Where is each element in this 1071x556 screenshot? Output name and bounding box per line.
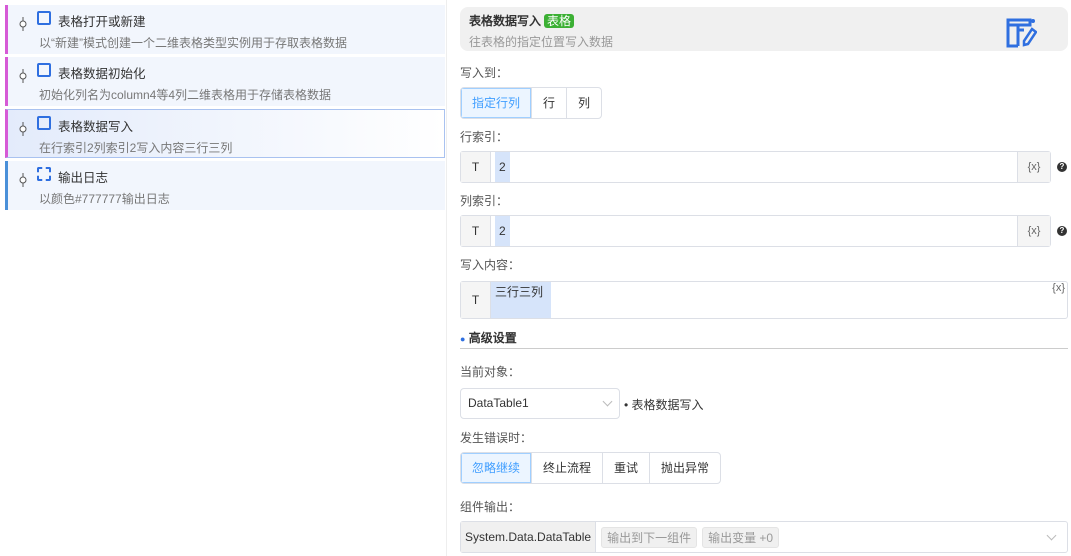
node-pin-icon bbox=[19, 122, 27, 136]
flow-item-desc: 在行索引2列索引2写入内容三行三列 bbox=[39, 141, 233, 155]
output-type: System.Data.DataTable bbox=[461, 522, 597, 552]
option-column[interactable]: 列 bbox=[566, 88, 601, 118]
option-retry[interactable]: 重试 bbox=[602, 453, 649, 483]
flow-item-desc: 以“新建”模式创建一个二维表格类型实例用于存取表格数据 bbox=[39, 36, 347, 50]
component-header: 表格数据写入 表格 往表格的指定位置写入数据 bbox=[460, 7, 1068, 51]
output-tag: 输出到下一组件 bbox=[601, 526, 698, 548]
row-index-input[interactable]: T 2 {x} bbox=[460, 151, 1051, 183]
option-row[interactable]: 行 bbox=[531, 88, 566, 118]
variable-button[interactable]: {x} bbox=[1017, 216, 1050, 246]
on-error-segment: 忽略继续 终止流程 重试 抛出异常 bbox=[460, 452, 722, 484]
write-to-segment: 指定行列 行 列 bbox=[460, 87, 603, 119]
advanced-settings-section: ● 高级设置 bbox=[460, 329, 1068, 349]
flow-item-title: 表格数据写入 bbox=[58, 120, 134, 134]
category-badge: 表格 bbox=[544, 14, 575, 28]
on-error-label: 发生错误时： bbox=[460, 431, 533, 445]
output-tag: 输出变量 +0 bbox=[702, 526, 780, 548]
table-write-icon bbox=[1006, 18, 1037, 48]
option-throw[interactable]: 抛出异常 bbox=[649, 453, 720, 483]
text-type-toggle[interactable]: T bbox=[461, 216, 491, 246]
current-object-value: DataTable1 bbox=[468, 396, 529, 410]
advanced-settings-title: 高级设置 bbox=[468, 331, 517, 345]
flow-item-desc: 以颜色#777777输出日志 bbox=[39, 192, 170, 206]
chevron-down-icon[interactable] bbox=[1046, 530, 1057, 541]
log-output-icon bbox=[37, 167, 51, 181]
option-terminate[interactable]: 终止流程 bbox=[531, 453, 602, 483]
chevron-down-icon bbox=[602, 396, 613, 407]
component-title: 表格数据写入 bbox=[469, 14, 542, 28]
flow-item[interactable]: 表格打开或新建 以“新建”模式创建一个二维表格类型实例用于存取表格数据 bbox=[5, 5, 445, 54]
current-object-label: 当前对象： bbox=[460, 365, 521, 379]
output-label: 组件输出： bbox=[460, 500, 521, 514]
col-index-label: 列索引： bbox=[460, 194, 509, 208]
content-label: 写入内容： bbox=[460, 258, 521, 272]
flow-item-title: 表格数据初始化 bbox=[58, 67, 146, 81]
node-pin-icon bbox=[19, 173, 27, 187]
help-icon[interactable]: ? bbox=[1057, 162, 1067, 172]
node-pin-icon bbox=[19, 17, 27, 31]
write-to-label: 写入到： bbox=[460, 66, 509, 80]
content-value[interactable]: 三行三列 bbox=[491, 282, 551, 318]
table-init-icon bbox=[37, 63, 51, 77]
text-type-toggle[interactable]: T bbox=[461, 282, 491, 318]
flow-item-title: 表格打开或新建 bbox=[58, 15, 146, 29]
option-specified-cell[interactable]: 指定行列 bbox=[461, 88, 532, 118]
text-type-toggle[interactable]: T bbox=[461, 152, 491, 182]
flow-item-selected[interactable]: 表格数据写入 在行索引2列索引2写入内容三行三列 bbox=[5, 109, 445, 158]
node-pin-icon bbox=[19, 69, 27, 83]
help-icon[interactable]: ? bbox=[1057, 226, 1067, 236]
flow-item-title: 输出日志 bbox=[58, 171, 109, 185]
row-index-value[interactable]: 2 bbox=[495, 152, 510, 182]
output-select[interactable]: System.Data.DataTable 输出到下一组件 输出变量 +0 bbox=[460, 521, 1068, 553]
table-new-icon bbox=[37, 11, 51, 25]
col-index-value[interactable]: 2 bbox=[495, 216, 510, 246]
col-index-input[interactable]: T 2 {x} bbox=[460, 215, 1051, 247]
variable-button[interactable]: {x} bbox=[1017, 152, 1050, 182]
row-index-label: 行索引： bbox=[460, 130, 509, 144]
option-ignore-continue[interactable]: 忽略继续 bbox=[461, 453, 532, 483]
content-textarea[interactable]: T 三行三列 {x} bbox=[460, 281, 1068, 319]
current-object-note: • 表格数据写入 bbox=[624, 398, 704, 412]
current-object-select[interactable]: DataTable1 bbox=[460, 388, 620, 419]
flow-item[interactable]: 输出日志 以颜色#777777输出日志 bbox=[5, 161, 445, 210]
flow-item[interactable]: 表格数据初始化 初始化列名为column4等4列二维表格用于存储表格数据 bbox=[5, 57, 445, 106]
table-write-icon bbox=[37, 116, 51, 130]
component-desc: 往表格的指定位置写入数据 bbox=[469, 35, 614, 49]
flow-item-desc: 初始化列名为column4等4列二维表格用于存储表格数据 bbox=[39, 88, 332, 102]
variable-button[interactable]: {x} bbox=[1052, 282, 1065, 318]
flow-list: 表格打开或新建 以“新建”模式创建一个二维表格类型实例用于存取表格数据 表格数据… bbox=[0, 0, 447, 556]
